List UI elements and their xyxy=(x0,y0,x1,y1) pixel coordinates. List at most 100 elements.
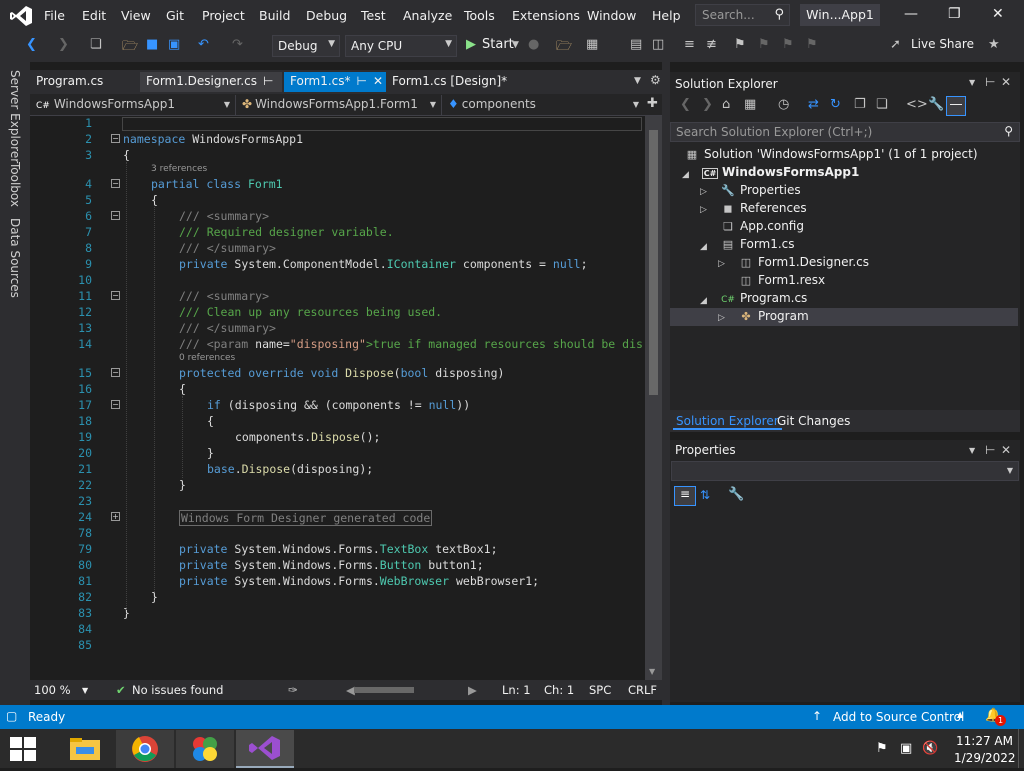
object-selector[interactable]: ▼ xyxy=(671,461,1019,481)
redo-icon[interactable]: ↷ xyxy=(232,37,243,52)
forward-icon[interactable]: ❯ xyxy=(702,97,713,112)
new-project-icon[interactable]: ❏ xyxy=(90,37,102,52)
history-icon[interactable]: ◷ xyxy=(778,97,789,112)
save-icon[interactable]: ■ xyxy=(146,37,158,52)
project-dropdown[interactable]: C# WindowsFormsApp1 ▼ xyxy=(32,95,236,115)
line-ending-indicator[interactable]: CRLF xyxy=(628,683,657,697)
tab-git-changes[interactable]: Git Changes xyxy=(774,414,853,428)
tree-item-form1-designer-cs[interactable]: ◫ Form1.Designer.cs xyxy=(738,255,869,269)
tree-item-form1-resx[interactable]: ◫ Form1.resx xyxy=(738,273,825,287)
indent-icon[interactable]: ≡ xyxy=(684,37,695,52)
search-input[interactable]: Search... ⚲ xyxy=(695,4,790,26)
bookmark-next-icon[interactable]: ⚑ xyxy=(782,37,794,52)
save-all-icon[interactable]: ▣ xyxy=(168,37,180,52)
tree-item-app-config[interactable]: ❏ App.config xyxy=(720,219,804,233)
tab-program-cs[interactable]: Program.cs xyxy=(30,72,138,92)
horizontal-scrollbar-thumb[interactable] xyxy=(354,687,414,693)
tab-list-dropdown-icon[interactable]: ▼ xyxy=(634,76,641,86)
tab-form1-cs[interactable]: Form1.cs* ⊢ ✕ xyxy=(284,72,386,92)
code-lens-references[interactable]: 0 references xyxy=(179,353,235,363)
menu-project[interactable]: Project xyxy=(202,8,245,23)
property-pages-icon[interactable]: 🔧 xyxy=(728,487,744,502)
find-in-files-icon[interactable]: 🗁 xyxy=(556,37,572,59)
start-button[interactable]: Start xyxy=(482,37,514,52)
scroll-down-icon[interactable]: ▼ xyxy=(649,667,655,676)
volume-muted-icon[interactable]: 🔇 xyxy=(922,741,938,756)
menu-tools[interactable]: Tools xyxy=(464,8,495,23)
chevron-down-icon[interactable]: ▼ xyxy=(82,686,88,695)
collapsed-arrow-icon[interactable]: ▷ xyxy=(700,205,707,215)
refresh-icon[interactable]: ↻ xyxy=(830,97,841,112)
menu-git[interactable]: Git xyxy=(166,8,184,23)
view-code-icon[interactable]: <> xyxy=(906,97,928,112)
toolbox-tab[interactable]: Toolbox xyxy=(8,162,22,207)
tree-item-program-cs[interactable]: C# Program.cs xyxy=(720,291,807,305)
bookmark-prev-icon[interactable]: ⚑ xyxy=(758,37,770,52)
windows-start-icon[interactable] xyxy=(10,737,36,761)
collapse-icon[interactable]: − xyxy=(111,134,120,143)
collapsed-region[interactable]: Windows Form Designer generated code xyxy=(179,510,433,526)
bookmark-clear-icon[interactable]: ⚑ xyxy=(806,37,818,52)
collapse-icon[interactable]: − xyxy=(111,291,120,300)
open-folder-icon[interactable]: 🗁 xyxy=(122,37,138,59)
menu-help[interactable]: Help xyxy=(652,8,681,23)
close-icon[interactable]: ✕ xyxy=(1001,75,1011,89)
back-icon[interactable]: ❮ xyxy=(26,37,37,52)
menu-test[interactable]: Test xyxy=(361,8,386,23)
menu-window[interactable]: Window xyxy=(587,8,636,23)
tree-item-references[interactable]: ◼ References xyxy=(720,201,806,215)
minimize-icon[interactable]: — xyxy=(904,6,918,22)
hot-reload-icon[interactable]: ● xyxy=(528,37,539,52)
pin-icon[interactable]: ⊢ xyxy=(985,443,995,457)
live-share-button[interactable]: Live Share xyxy=(911,37,974,51)
outdent-icon[interactable]: ≢ xyxy=(706,37,717,52)
feedback-icon[interactable]: ★ xyxy=(988,37,1000,52)
menu-extensions[interactable]: Extensions xyxy=(512,8,580,23)
whitespace-indicator[interactable]: SPC xyxy=(589,683,611,697)
tree-item-properties[interactable]: 🔧 Properties xyxy=(720,183,801,197)
split-editor-icon[interactable]: ✚ xyxy=(647,96,658,111)
class-dropdown[interactable]: ✤ WindowsFormsApp1.Form1 ▼ xyxy=(238,95,442,115)
start-dropdown-icon[interactable]: ▼ xyxy=(512,40,519,50)
scrollbar-thumb[interactable] xyxy=(649,130,658,395)
tab-form1-design[interactable]: Form1.cs [Design]* xyxy=(386,72,516,92)
show-all-files-icon[interactable]: ❏ xyxy=(876,97,888,112)
tree-item-project[interactable]: C# WindowsFormsApp1 xyxy=(702,165,859,179)
close-icon[interactable]: ✕ xyxy=(992,6,1004,22)
expand-icon[interactable]: + xyxy=(111,512,120,521)
bookmark-icon[interactable]: ⚑ xyxy=(734,37,746,52)
preview-icon[interactable]: ― xyxy=(946,96,966,116)
show-desktop-button[interactable] xyxy=(1018,729,1024,768)
menu-build[interactable]: Build xyxy=(259,8,290,23)
clock-time[interactable]: 11:27 AM xyxy=(956,734,1013,748)
visual-studio-taskbar-button[interactable] xyxy=(236,730,294,768)
panel-menu-icon[interactable]: ▼ xyxy=(969,446,975,455)
configuration-dropdown[interactable]: Debug ▼ xyxy=(272,35,340,57)
add-to-source-control-button[interactable]: Add to Source Control xyxy=(833,710,964,724)
column-indicator[interactable]: Ch: 1 xyxy=(544,683,574,697)
menu-edit[interactable]: Edit xyxy=(82,8,106,23)
alphabetical-icon[interactable]: ⇅ xyxy=(700,488,710,502)
expanded-arrow-icon[interactable]: ◢ xyxy=(700,242,707,252)
splitter[interactable] xyxy=(662,62,670,705)
forward-icon[interactable]: ❯ xyxy=(58,37,69,52)
collapsed-arrow-icon[interactable]: ▷ xyxy=(700,187,707,197)
issues-status[interactable]: No issues found xyxy=(132,683,223,697)
switch-view-icon[interactable]: ▦ xyxy=(744,97,756,112)
home-icon[interactable]: ⌂ xyxy=(722,97,730,112)
collapsed-arrow-icon[interactable]: ▷ xyxy=(718,313,725,323)
sync-icon[interactable]: ⇄ xyxy=(808,97,819,112)
close-tab-icon[interactable]: ✕ xyxy=(373,74,383,88)
menu-view[interactable]: View xyxy=(121,8,151,23)
data-sources-tab[interactable]: Data Sources xyxy=(8,218,22,298)
tab-solution-explorer[interactable]: Solution Explorer xyxy=(673,414,782,430)
maximize-icon[interactable]: ❐ xyxy=(948,6,961,22)
tree-item-form1-cs[interactable]: ▤ Form1.cs xyxy=(720,237,795,251)
line-indicator[interactable]: Ln: 1 xyxy=(502,683,531,697)
wrench-icon[interactable]: 🔧 xyxy=(928,97,944,112)
tree-item-solution[interactable]: ▦ Solution 'WindowsFormsApp1' (1 of 1 pro… xyxy=(684,147,978,161)
visual-studio-logo[interactable] xyxy=(8,4,34,28)
collapse-all-icon[interactable]: ❐ xyxy=(854,97,866,112)
expanded-arrow-icon[interactable]: ◢ xyxy=(700,296,707,306)
chevron-up-icon[interactable]: ▲ xyxy=(957,710,963,719)
